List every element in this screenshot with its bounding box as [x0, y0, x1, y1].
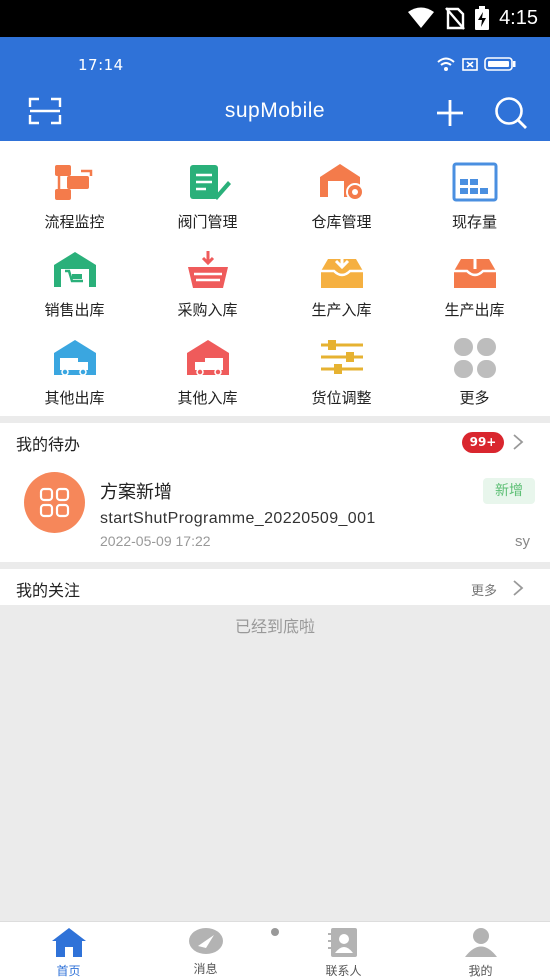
tab-messages[interactable]: 消息 — [137, 922, 274, 980]
tab-label: 消息 — [193, 962, 218, 976]
warehouse-manage-icon — [319, 164, 364, 201]
grid-item-label: 其他入库 — [177, 389, 238, 407]
tab-label: 联系人 — [325, 964, 362, 978]
todo-item-tag: 新增 — [483, 478, 535, 504]
todo-item-date: 2022-05-09 17:22 — [100, 533, 211, 549]
inner-sim-icon — [462, 57, 478, 71]
grid-item-other-out[interactable]: 其他出库 — [6, 317, 143, 407]
location-adjust-icon — [320, 340, 363, 374]
grid-item-label: 货位调整 — [311, 389, 372, 407]
follow-section-title: 我的关注 — [16, 581, 81, 600]
tab-label: 首页 — [56, 964, 81, 978]
grid-item-stock[interactable]: 现存量 — [406, 141, 543, 231]
profile-icon — [464, 928, 497, 957]
system-status-icons: 4:15 — [407, 6, 538, 30]
inner-status-icons — [436, 57, 516, 71]
battery-charging-icon — [475, 6, 490, 30]
production-out-icon — [453, 249, 496, 288]
follow-more-link[interactable]: 更多 — [471, 580, 497, 599]
process-monitor-icon — [54, 165, 92, 200]
tab-profile[interactable]: 我的 — [412, 922, 549, 980]
todo-list-item[interactable]: 方案新增 startShutProgramme_20220509_001 202… — [0, 459, 550, 562]
grid-item-location-adjust[interactable]: 货位调整 — [273, 317, 410, 407]
app-header: 17:14 supMobile — [0, 37, 550, 141]
chevron-right-icon[interactable] — [512, 579, 524, 597]
follow-section-header: 我的关注 更多 — [0, 569, 550, 605]
purchase-in-icon — [187, 251, 228, 288]
other-out-icon — [53, 340, 96, 376]
system-status-bar: 4:15 — [0, 0, 550, 37]
grid-item-production-out[interactable]: 生产出库 — [406, 229, 543, 319]
grid-item-process-monitor[interactable]: 流程监控 — [6, 141, 143, 231]
grid-item-more[interactable]: 更多 — [406, 317, 543, 407]
grid-item-label: 更多 — [459, 389, 490, 407]
wifi-icon — [408, 7, 435, 28]
contacts-icon — [327, 928, 357, 957]
todo-section-header[interactable]: 我的待办 99+ — [0, 423, 550, 459]
todo-item-name: 方案新增 — [100, 482, 172, 503]
inner-battery-icon — [484, 57, 516, 71]
grid-item-other-in[interactable]: 其他入库 — [139, 317, 276, 407]
bottom-tab-bar: 首页 消息 联系人 我的 — [0, 921, 550, 980]
system-time: 4:15 — [499, 6, 538, 29]
grid-item-valve-manage[interactable]: 阀门管理 — [139, 141, 276, 231]
todo-item-user: sy — [515, 533, 530, 550]
todo-avatar — [24, 472, 85, 533]
home-icon — [51, 928, 86, 957]
grid-item-production-in[interactable]: 生产入库 — [273, 229, 410, 319]
todo-count-badge: 99+ — [462, 432, 504, 453]
todo-section-title: 我的待办 — [16, 435, 81, 454]
todo-item-code: startShutProgramme_20220509_001 — [100, 510, 376, 527]
production-in-icon — [320, 251, 363, 288]
other-in-icon — [186, 340, 229, 376]
no-sim-icon — [445, 7, 465, 30]
tab-home[interactable]: 首页 — [0, 922, 137, 980]
chevron-right-icon[interactable] — [512, 433, 524, 451]
end-of-list-message: 已经到底啦 — [234, 617, 315, 636]
grid-item-sales-out[interactable]: 销售出库 — [6, 229, 143, 319]
grid-item-warehouse-manage[interactable]: 仓库管理 — [273, 141, 410, 231]
grid-item-purchase-in[interactable]: 采购入库 — [139, 229, 276, 319]
function-grid: 流程监控 阀门管理 仓库管理 现存量 销售出库 采购入库 生产入库 生产出库 其… — [0, 141, 550, 416]
tab-label: 我的 — [468, 964, 493, 978]
sales-out-icon — [53, 252, 96, 287]
grid-item-label: 其他出库 — [44, 389, 105, 407]
stock-icon — [452, 162, 497, 202]
app-title: supMobile — [224, 99, 326, 122]
valve-manage-icon — [189, 165, 231, 200]
apps-grid-icon — [39, 487, 70, 518]
tab-contacts[interactable]: 联系人 — [275, 922, 412, 980]
message-icon — [188, 928, 223, 954]
inner-wifi-icon — [437, 57, 455, 71]
more-icon — [453, 338, 496, 378]
inner-status-time: 17:14 — [78, 56, 124, 74]
plus-icon[interactable] — [434, 97, 466, 129]
search-icon[interactable] — [493, 96, 529, 130]
